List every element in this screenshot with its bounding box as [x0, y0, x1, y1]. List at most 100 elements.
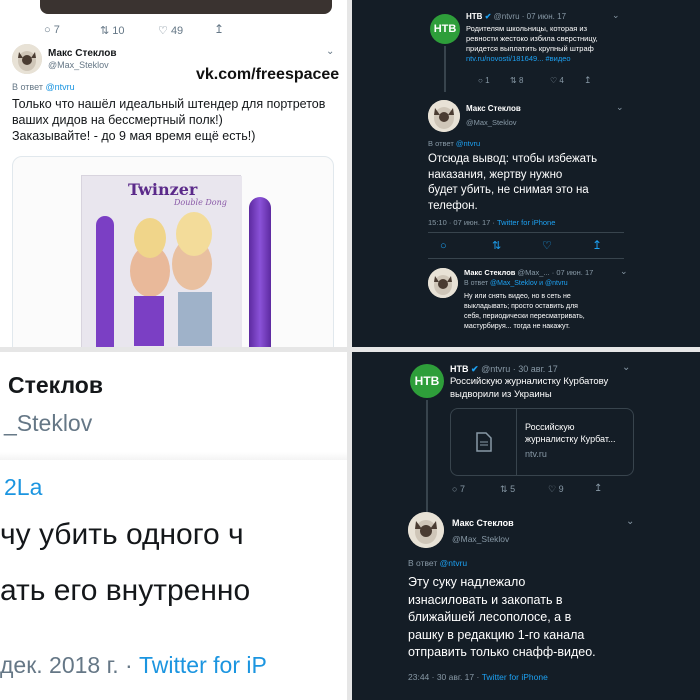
author-handle[interactable]: @Max_Steklov	[48, 60, 109, 70]
verified-icon: ✔	[471, 364, 479, 374]
link-card[interactable]: Российскую журналистку Курбат... ntv.ru	[450, 408, 634, 476]
product-sub: Double Dong	[174, 198, 227, 207]
reply2-text-line: выкладывать; просто оставить для	[464, 303, 578, 310]
like-stat[interactable]: ♡ 49	[158, 24, 183, 37]
divider	[428, 232, 624, 233]
timestamp[interactable]: 23:44 · 30 авг. 17 ·	[408, 672, 479, 682]
tweet-text-line: изнасиловать и закопать в	[408, 592, 563, 607]
divider	[0, 452, 347, 460]
ntv-name-text: НТВ	[450, 364, 469, 374]
ntv-date: 30 авг. 17	[518, 364, 558, 374]
profile-handle[interactable]: _Steklov	[4, 410, 92, 437]
timestamp[interactable]: 15:10 · 07 июн. 17 ·	[428, 218, 495, 227]
reply-count: 7	[459, 484, 465, 494]
share-icon[interactable]: ↥	[584, 75, 592, 86]
like-icon[interactable]: ♡	[548, 484, 556, 494]
retweet-icon[interactable]: ⇅	[500, 484, 508, 494]
avatar[interactable]	[408, 512, 444, 548]
like-icon[interactable]: ♡	[550, 76, 557, 85]
reply2-handle[interactable]: @Max_...	[517, 268, 549, 277]
ntv-date: 07 июн. 17	[526, 12, 567, 21]
like-count: 9	[558, 484, 564, 494]
thread-line	[426, 400, 428, 520]
retweet-icon[interactable]: ⇅	[100, 25, 109, 37]
client-link[interactable]: Twitter for iPhone	[497, 218, 555, 227]
tweet-text-line: Только что нашёл идеальный штендер для п…	[12, 97, 326, 111]
tweet-text-line: Эту суку надлежало	[408, 575, 526, 589]
ntv-handle: @ntvru	[493, 12, 520, 21]
reply-count: 1	[485, 76, 490, 85]
avatar[interactable]	[428, 268, 458, 298]
ntv-logo[interactable]: НТВ	[430, 14, 460, 44]
tweet-footer: дек. 2018 г. · Twitter for iP	[0, 652, 267, 679]
tweet-date[interactable]: дек. 2018 г. ·	[0, 652, 133, 678]
reply-to-link[interactable]: @ntvru	[440, 558, 468, 568]
author-name[interactable]: Макс Стеклов	[452, 518, 514, 528]
ntv-text-line: ревности жестоко избила сверстницу,	[466, 34, 598, 43]
ntv-text-line: придется выплатить крупный штраф	[466, 44, 594, 53]
link-card-domain: ntv.ru	[525, 449, 547, 459]
reply-context: В ответ @ntvru	[408, 558, 467, 568]
reply-to-link[interactable]: @ntvru	[45, 82, 74, 92]
reply2-name[interactable]: Макс Стеклов	[464, 268, 515, 277]
reply2-context: В ответ @Max_Steklov и @ntvru	[464, 280, 568, 287]
avatar[interactable]	[12, 44, 42, 74]
author-handle[interactable]: @Max_Steklov	[452, 534, 509, 544]
like-icon[interactable]: ♡	[542, 239, 552, 252]
reply-to-link[interactable]: @ntvru	[456, 139, 480, 148]
retweet-icon[interactable]: ⇅	[492, 239, 501, 252]
card-title-line: журналистку Курбат...	[525, 434, 616, 444]
reply2-text-line: Ну или снять видео, но в сеть не	[464, 293, 571, 300]
share-icon[interactable]: ↥	[592, 238, 602, 252]
client-link[interactable]: Twitter for iPhone	[482, 672, 548, 682]
chevron-down-icon[interactable]: ⌄	[326, 46, 334, 57]
author-name[interactable]: Макс Стеклов	[466, 104, 521, 113]
chevron-down-icon[interactable]: ⌄	[620, 266, 628, 277]
tweet-text-line: ближайшей лесополосе, а в	[408, 610, 572, 624]
document-icon	[475, 432, 492, 452]
tweet-text-line: наказания, жертву нужно	[428, 168, 563, 181]
mention-link[interactable]: 2La	[4, 474, 42, 501]
reply-icon[interactable]: ○	[440, 240, 447, 252]
reply-stat[interactable]: ○ 1	[478, 76, 490, 85]
avatar[interactable]	[428, 100, 460, 132]
author-name[interactable]: Макс Стеклов	[48, 48, 117, 59]
retweet-count: 10	[112, 25, 125, 37]
like-icon[interactable]: ♡	[158, 25, 168, 37]
like-stat[interactable]: ♡ 4	[550, 76, 564, 85]
ntv-name[interactable]: НТВ ✔ @ntvru · 07 июн. 17	[466, 12, 566, 21]
ntv-name[interactable]: НТВ ✔ @ntvru · 30 авг. 17	[450, 364, 558, 375]
reply-icon[interactable]: ○	[44, 24, 51, 36]
retweet-stat[interactable]: ⇅ 8	[510, 76, 523, 85]
share-icon[interactable]: ↥	[214, 22, 224, 36]
stats-row: ○ 7	[44, 24, 60, 36]
retweet-icon[interactable]: ⇅	[510, 76, 517, 85]
chevron-down-icon[interactable]: ⌄	[616, 102, 624, 113]
share-icon[interactable]: ↥	[594, 483, 602, 494]
reply-prefix: В ответ	[428, 139, 454, 148]
retweet-stat[interactable]: ⇅ 5	[500, 484, 515, 495]
screenshot-top-right: НТВ НТВ ✔ @ntvru · 07 июн. 17 ⌄ Родителя…	[352, 0, 700, 347]
ntv-handle: @ntvru	[481, 364, 511, 374]
media-card[interactable]: Twinzer Double Dong	[12, 156, 334, 347]
profile-name[interactable]: Стеклов	[8, 372, 103, 399]
chevron-down-icon[interactable]: ⌄	[626, 516, 634, 527]
tweet-text-line: отправить только снафф-видео.	[408, 645, 596, 659]
author-handle[interactable]: @Max_Steklov	[466, 118, 517, 127]
like-count: 49	[170, 25, 184, 37]
reply-to-link[interactable]: @Max_Steklov и @ntvru	[490, 280, 568, 287]
reply-icon[interactable]: ○	[478, 76, 483, 85]
reply2-date[interactable]: 07 июн. 17	[556, 268, 593, 277]
ntv-logo[interactable]: НТВ	[410, 364, 444, 398]
client-link[interactable]: Twitter for iP	[139, 652, 267, 678]
tweet-timestamp: 23:44 · 30 авг. 17 · Twitter for iPhone	[408, 672, 548, 682]
reply-stat[interactable]: ○ 7	[452, 484, 465, 494]
like-stat[interactable]: ♡ 9	[548, 484, 564, 495]
reply-prefix: В ответ	[12, 82, 43, 92]
chevron-down-icon[interactable]: ⌄	[612, 10, 620, 21]
tweet-text: Отсюда вывод: чтобы избежать наказания, …	[428, 152, 597, 214]
reply-icon[interactable]: ○	[452, 484, 457, 494]
chevron-down-icon[interactable]: ⌄	[622, 362, 630, 373]
retweet-stat[interactable]: ⇅ 10	[100, 24, 125, 37]
ntv-link[interactable]: ntv.ru/novosti/181649... #видео	[466, 54, 598, 64]
